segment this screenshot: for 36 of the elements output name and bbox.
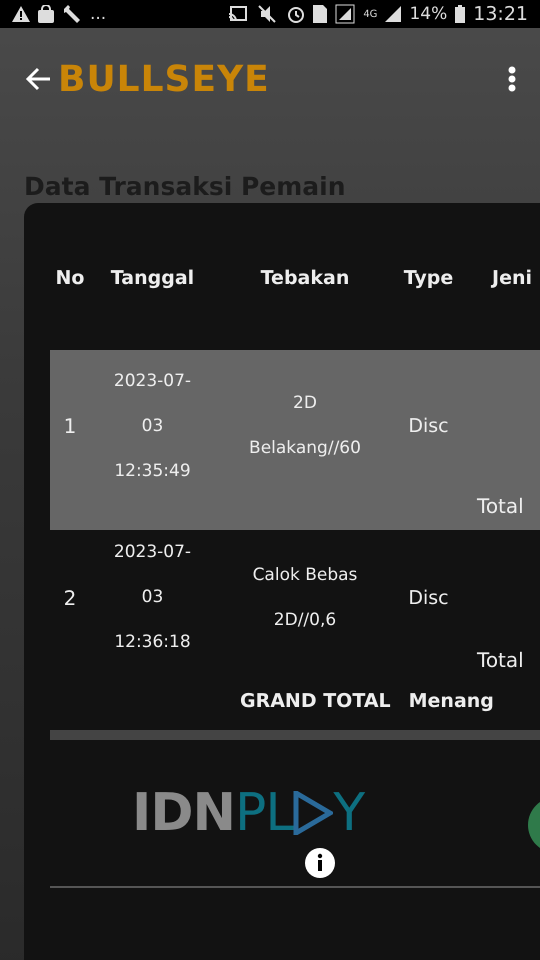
info-icon[interactable] <box>305 848 335 878</box>
table-cell-text: 2D Belakang//60 <box>248 392 362 460</box>
cast-icon <box>229 6 248 22</box>
total-label: Total <box>477 494 524 518</box>
table-cell-text: 2023-07-03 12:36:18 <box>112 541 192 654</box>
network-type: 4G <box>363 8 378 20</box>
table-cell-text: 2023-07-03 12:35:49 <box>112 370 192 482</box>
table-cell: Disc <box>408 586 449 610</box>
column-header: No <box>54 267 86 291</box>
table-row[interactable]: 2 2023-07-03 12:36:18 Calok Bebas 2D//0,6 Disc Total <box>50 530 540 690</box>
column-header: Tebakan <box>260 267 350 291</box>
provider-logo: IDNPL Y <box>132 783 364 843</box>
clock: 13:21 <box>473 3 528 25</box>
more-notifications: ... <box>90 4 106 24</box>
table-row[interactable]: 1 2023-07-03 12:35:49 2D Belakang//60 Disc Total <box>50 350 540 530</box>
wrench-icon <box>62 5 82 23</box>
column-header: Jeni <box>490 267 533 291</box>
alarm-icon <box>287 5 306 23</box>
table-cell: 1 <box>64 414 76 438</box>
table-cell: 2 <box>64 586 76 610</box>
grand-total-label: GRAND TOTAL <box>240 690 391 712</box>
app-logo: BULLSEYE <box>58 58 270 100</box>
battery-icon <box>455 5 466 23</box>
table-cell: Menang <box>408 690 494 712</box>
table-cell-text: Calok Bebas 2D//0,6 <box>252 564 358 632</box>
signal-icon <box>335 4 356 24</box>
battery-percent: 14% <box>409 4 448 24</box>
shopping-bag-icon <box>38 5 54 23</box>
signal-icon <box>385 6 402 22</box>
total-label: Total <box>477 648 524 672</box>
column-header: Tanggal <box>110 267 196 291</box>
warning-icon <box>12 6 30 22</box>
table-cell: Disc <box>408 414 449 438</box>
more-icon[interactable] <box>508 66 516 92</box>
column-header: Type <box>402 267 454 291</box>
sim-icon <box>313 5 328 23</box>
